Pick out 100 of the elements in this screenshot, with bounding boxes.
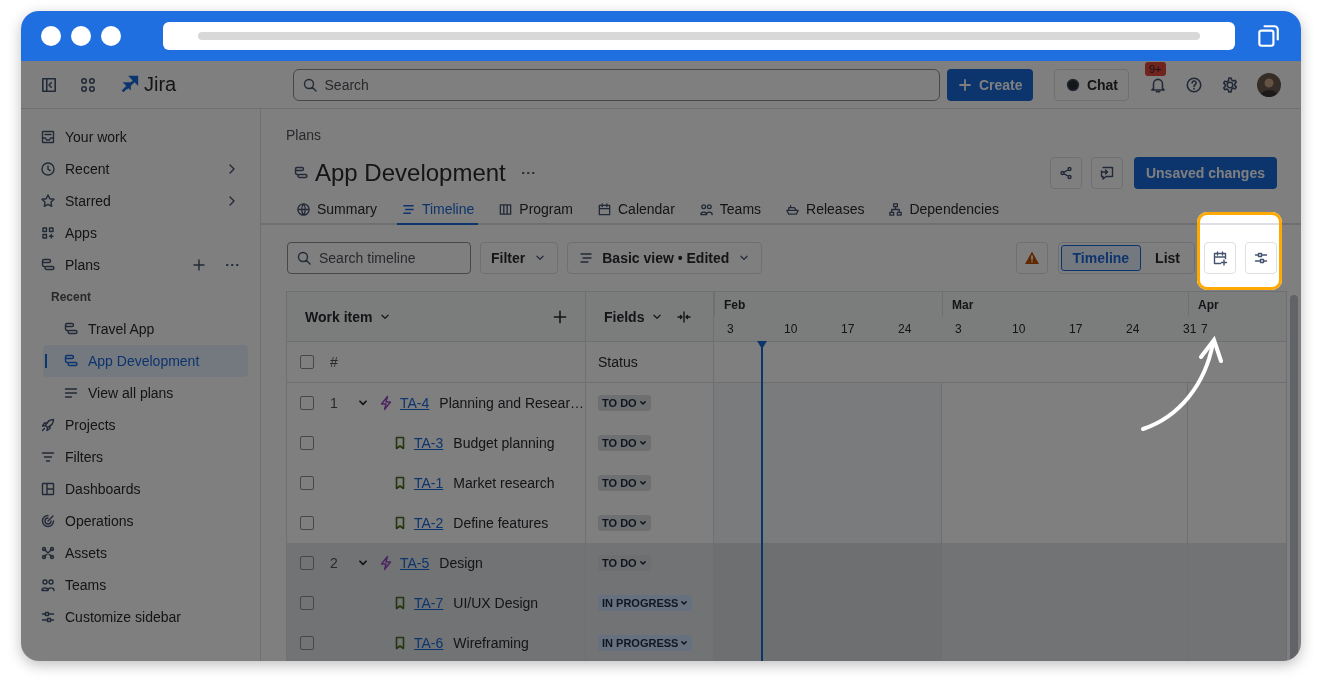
status-lozenge[interactable]: IN PROGRESS bbox=[598, 635, 693, 651]
issue-summary: UI/UX Design bbox=[453, 595, 539, 611]
apps-icon bbox=[40, 225, 56, 241]
add-icon[interactable] bbox=[191, 257, 207, 273]
column-header[interactable]: Fields bbox=[604, 308, 645, 325]
unsaved-changes-button[interactable]: Unsaved changes bbox=[1133, 157, 1277, 189]
copy-icon[interactable] bbox=[1255, 23, 1281, 49]
sliders-icon bbox=[40, 609, 56, 625]
tab[interactable]: Dependencies bbox=[884, 195, 1003, 225]
search-icon bbox=[301, 76, 318, 93]
sidebar-item[interactable]: Dashboards bbox=[33, 473, 248, 505]
month-label: Feb bbox=[723, 297, 746, 314]
create-button[interactable]: Create bbox=[946, 68, 1033, 101]
sidebar-item[interactable]: Recent bbox=[33, 153, 248, 185]
window-control[interactable] bbox=[101, 26, 121, 46]
filter-button[interactable]: Filter bbox=[480, 242, 559, 274]
sidebar-item[interactable]: Travel App bbox=[43, 313, 248, 345]
checkbox[interactable] bbox=[300, 556, 314, 570]
issue-key-link[interactable]: TA-1 bbox=[414, 475, 444, 491]
tab[interactable]: Calendar bbox=[593, 195, 679, 225]
present-button[interactable] bbox=[1090, 157, 1123, 189]
issue-key-link[interactable]: TA-7 bbox=[414, 595, 444, 611]
chevron-icon bbox=[637, 518, 648, 528]
sidebar-item[interactable]: Your work bbox=[33, 121, 248, 153]
sidebar-item[interactable]: Customize sidebar bbox=[33, 601, 248, 633]
checkbox[interactable] bbox=[300, 636, 314, 650]
plan-icon bbox=[293, 165, 309, 181]
status-lozenge[interactable]: TO DO bbox=[598, 475, 651, 491]
product-name: Jira bbox=[144, 73, 177, 96]
checkbox[interactable] bbox=[300, 355, 314, 369]
sidebar-heading: Recent bbox=[51, 290, 91, 304]
chevron-icon bbox=[637, 558, 648, 568]
tab[interactable]: Program bbox=[494, 195, 577, 225]
sidebar-toggle-icon[interactable] bbox=[40, 75, 58, 94]
checkbox[interactable] bbox=[300, 516, 314, 530]
sidebar-item[interactable]: Teams bbox=[33, 569, 248, 601]
search-field[interactable]: Search timeline bbox=[287, 242, 471, 274]
tab[interactable]: Teams bbox=[694, 195, 766, 225]
status-lozenge[interactable]: TO DO bbox=[598, 515, 651, 531]
row-number: 1 bbox=[330, 395, 339, 411]
calendar-plus-icon bbox=[1212, 250, 1228, 266]
sidebar-item[interactable]: Assets bbox=[33, 537, 248, 569]
view-button[interactable]: Basic view • Edited bbox=[567, 242, 763, 274]
sidebar-item[interactable]: App Development bbox=[43, 345, 248, 377]
tab[interactable]: Timeline bbox=[396, 195, 479, 225]
view-toggle[interactable]: Timeline bbox=[1060, 245, 1142, 271]
chat-icon bbox=[1064, 76, 1081, 93]
breadcrumb[interactable]: Plans bbox=[286, 127, 322, 143]
add-date-button[interactable] bbox=[1204, 242, 1236, 274]
settings-button[interactable] bbox=[1245, 242, 1277, 274]
issue-key-link[interactable]: TA-2 bbox=[414, 515, 444, 531]
sidebar-item[interactable]: Operations bbox=[33, 505, 248, 537]
share-icon bbox=[1057, 165, 1074, 181]
warning-button[interactable] bbox=[1015, 242, 1048, 274]
chevron-icon bbox=[679, 598, 690, 608]
status-lozenge[interactable]: TO DO bbox=[598, 555, 651, 571]
status-lozenge[interactable]: TO DO bbox=[598, 435, 651, 451]
sidebar-item[interactable]: Projects bbox=[33, 409, 248, 441]
week-label: 24 bbox=[898, 322, 912, 336]
scrollbar[interactable] bbox=[1290, 295, 1298, 661]
status-lozenge[interactable]: TO DO bbox=[598, 395, 651, 411]
issue-key-link[interactable]: TA-3 bbox=[414, 435, 444, 451]
issue-key-link[interactable]: TA-5 bbox=[400, 555, 430, 571]
window-control[interactable] bbox=[71, 26, 91, 46]
checkbox[interactable] bbox=[300, 596, 314, 610]
issue-summary: Budget planning bbox=[453, 435, 555, 451]
month-label: Mar bbox=[951, 297, 974, 314]
table-row[interactable]: TA-6 Wireframing IN PROGRESS bbox=[287, 623, 1286, 661]
tab[interactable]: Summary bbox=[292, 195, 381, 225]
collapse-icon[interactable] bbox=[676, 308, 693, 325]
sidebar-item[interactable]: View all plans bbox=[43, 377, 248, 409]
issue-summary: Design bbox=[439, 555, 483, 571]
checkbox[interactable] bbox=[300, 396, 314, 410]
status-lozenge[interactable]: IN PROGRESS bbox=[598, 595, 693, 611]
sidebar-item[interactable]: Plans bbox=[33, 249, 248, 281]
window-control[interactable] bbox=[41, 26, 61, 46]
chevron-icon bbox=[679, 638, 690, 648]
issue-key-link[interactable]: TA-6 bbox=[414, 635, 444, 651]
checkbox[interactable] bbox=[300, 436, 314, 450]
sidebar-item[interactable]: Filters bbox=[33, 441, 248, 473]
share-button[interactable] bbox=[1049, 157, 1082, 189]
nodes-icon bbox=[40, 545, 56, 561]
column-header[interactable]: Work item bbox=[305, 308, 373, 325]
search-field[interactable]: Search bbox=[292, 68, 940, 101]
week-label: 10 bbox=[1012, 322, 1026, 336]
sidebar-item[interactable]: Starred bbox=[33, 185, 248, 217]
sidebar-item[interactable]: Apps bbox=[33, 217, 248, 249]
view-toggle[interactable]: List bbox=[1143, 245, 1192, 271]
issue-key-link[interactable]: TA-4 bbox=[400, 395, 430, 411]
settings-icon[interactable] bbox=[1221, 75, 1239, 94]
table-row[interactable]: 2 TA-5 Design TO DO bbox=[287, 543, 1286, 583]
tab[interactable]: Releases bbox=[781, 195, 869, 225]
chat-button[interactable]: Chat bbox=[1053, 68, 1129, 101]
avatar[interactable] bbox=[1257, 72, 1281, 97]
checkbox[interactable] bbox=[300, 476, 314, 490]
help-icon[interactable] bbox=[1185, 75, 1203, 94]
app-switcher-icon[interactable] bbox=[79, 75, 97, 94]
month-label: Apr bbox=[1197, 297, 1219, 314]
table-row[interactable]: TA-7 UI/UX Design IN PROGRESS bbox=[287, 583, 1286, 623]
filter-icon bbox=[40, 449, 56, 465]
